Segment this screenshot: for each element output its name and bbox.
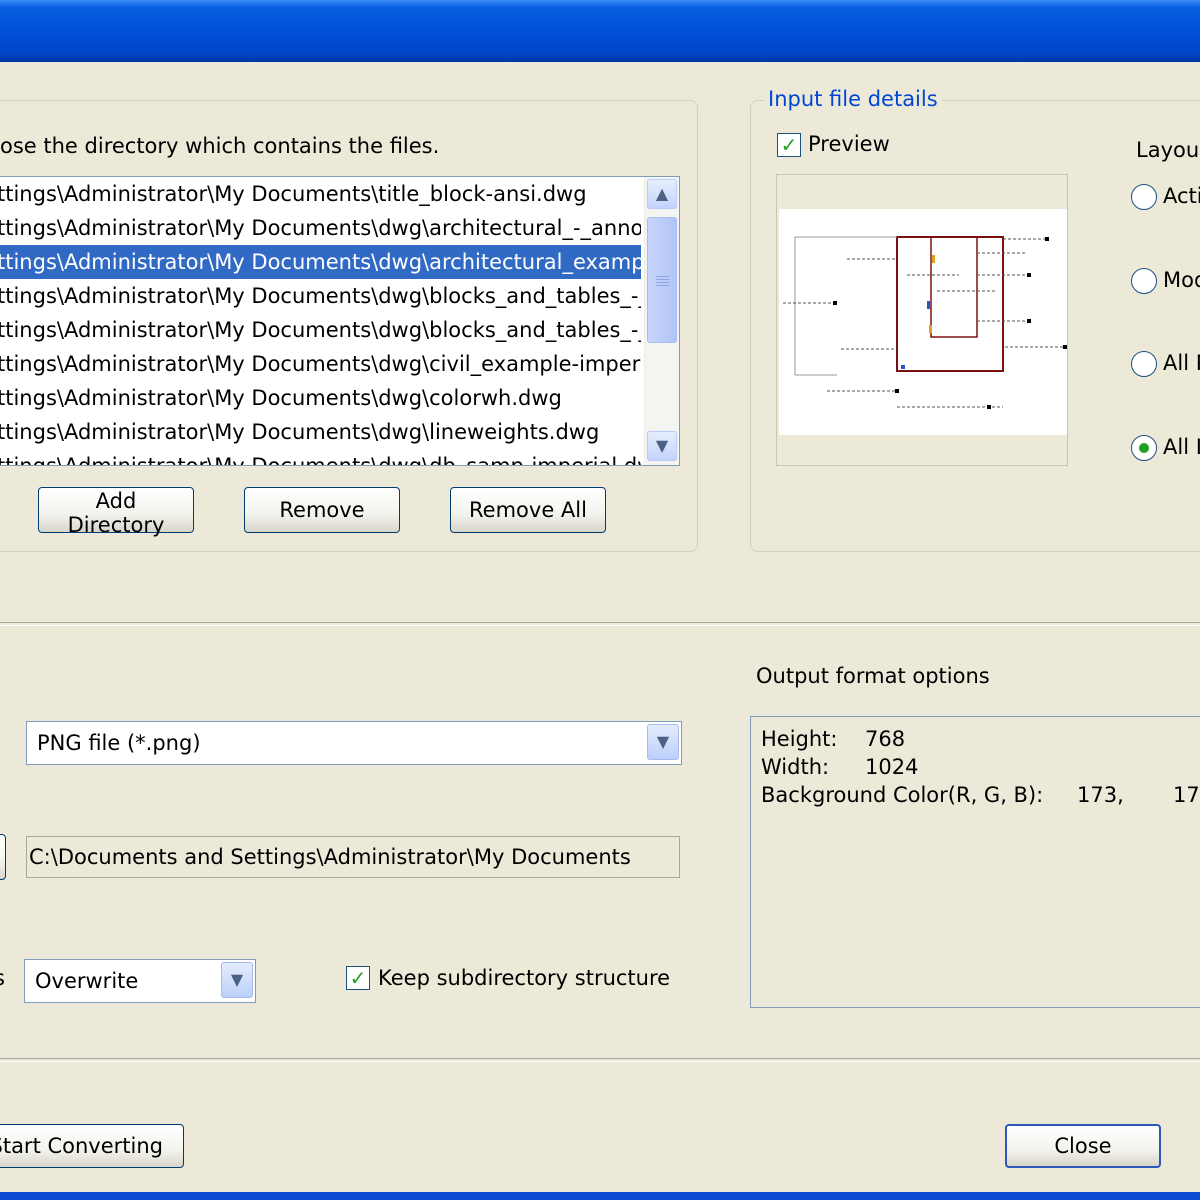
file-list[interactable]: ttings\Administrator\My Documents\title_…	[0, 176, 680, 466]
preview-checkbox[interactable]: ✓	[777, 133, 801, 157]
radio-selected-dot	[1139, 443, 1149, 453]
preview-frame	[776, 174, 1068, 466]
height-label: Height:	[761, 727, 838, 751]
file-list-item[interactable]: ttings\Administrator\My Documents\dwg\bl…	[0, 279, 641, 313]
start-converting-button[interactable]: Start Converting	[0, 1124, 184, 1168]
keep-subdir-label: Keep subdirectory structure	[378, 966, 671, 990]
output-path-field[interactable]: C:\Documents and Settings\Administrator\…	[26, 836, 680, 878]
dwg-preview-image	[779, 209, 1067, 435]
output-format-select[interactable]: PNG file (*.png) ▼	[26, 721, 682, 765]
preview-label: Preview	[808, 132, 890, 156]
bg-color-label: Background Color(R, G, B):	[761, 783, 1044, 807]
input-file-details-legend: Input file details	[764, 87, 942, 111]
file-exists-value: Overwrite	[35, 969, 139, 993]
layout-radio-1[interactable]	[1131, 268, 1157, 294]
window-bottom-border	[0, 1192, 1200, 1200]
width-label: Width:	[761, 755, 830, 779]
layout-radio-label-1: Mod	[1163, 268, 1200, 292]
layout-radio-3-selected[interactable]	[1131, 435, 1157, 461]
directory-instruction: ose the directory which contains the fil…	[0, 134, 440, 158]
layout-label: Layou	[1136, 138, 1200, 162]
output-options-box: Height: 768 Width: 1024 Background Color…	[750, 716, 1200, 1008]
scroll-up-icon[interactable]: ▲	[647, 179, 677, 209]
file-list-item[interactable]: ttings\Administrator\My Documents\dwg\co…	[0, 381, 641, 415]
output-path-value: C:\Documents and Settings\Administrator\…	[29, 845, 631, 869]
file-list-item[interactable]: ttings\Administrator\My Documents\dwg\li…	[0, 415, 641, 449]
chevron-down-icon[interactable]: ▼	[647, 724, 679, 760]
layout-radio-0[interactable]	[1131, 184, 1157, 210]
window-title-bar[interactable]	[0, 0, 1200, 62]
bottom-divider	[0, 1058, 1200, 1062]
height-value: 768	[865, 727, 906, 751]
remove-button[interactable]: Remove	[244, 487, 400, 533]
layout-radio-label-2: All P	[1163, 351, 1200, 375]
browse-button[interactable]	[0, 834, 6, 880]
layout-radio-label-3: All L	[1163, 435, 1200, 459]
scroll-thumb[interactable]	[647, 217, 677, 343]
file-list-item[interactable]: ttings\Administrator\My Documents\title_…	[0, 177, 641, 211]
bg-color-g: 17	[1173, 783, 1200, 807]
scroll-down-icon[interactable]: ▼	[647, 431, 677, 461]
format-label-fragment: :	[0, 728, 1, 752]
output-options-title: Output format options	[756, 664, 990, 688]
file-list-scrollbar[interactable]: ▲ ▼	[644, 177, 679, 465]
keep-subdir-checkbox[interactable]: ✓	[346, 966, 370, 990]
width-value: 1024	[865, 755, 919, 779]
section-divider	[0, 622, 1200, 626]
checkmark-icon: ✓	[349, 966, 367, 990]
layout-radio-2[interactable]	[1131, 351, 1157, 377]
file-list-item-selected[interactable]: ttings\Administrator\My Documents\dwg\ar…	[0, 245, 641, 279]
layout-radio-label-0: Acti	[1163, 184, 1200, 208]
checkmark-icon: ✓	[780, 133, 798, 157]
remove-all-button[interactable]: Remove All	[450, 487, 606, 533]
file-exists-select[interactable]: Overwrite ▼	[24, 959, 256, 1003]
file-list-item[interactable]: ttings\Administrator\My Documents\dwg\ci…	[0, 347, 641, 381]
exists-label-fragment: s	[0, 966, 5, 990]
file-list-item[interactable]: ttings\Administrator\My Documents\dwg\ar…	[0, 211, 641, 245]
file-list-item[interactable]: ttings\Administrator\My Documents\dwg\db…	[0, 449, 641, 465]
file-list-item[interactable]: ttings\Administrator\My Documents\dwg\bl…	[0, 313, 641, 347]
output-format-value: PNG file (*.png)	[37, 731, 201, 755]
add-directory-button[interactable]: Add Directory	[38, 487, 194, 537]
close-button[interactable]: Close	[1005, 1124, 1161, 1168]
bg-color-r: 173,	[1077, 783, 1124, 807]
chevron-down-icon[interactable]: ▼	[221, 962, 253, 998]
